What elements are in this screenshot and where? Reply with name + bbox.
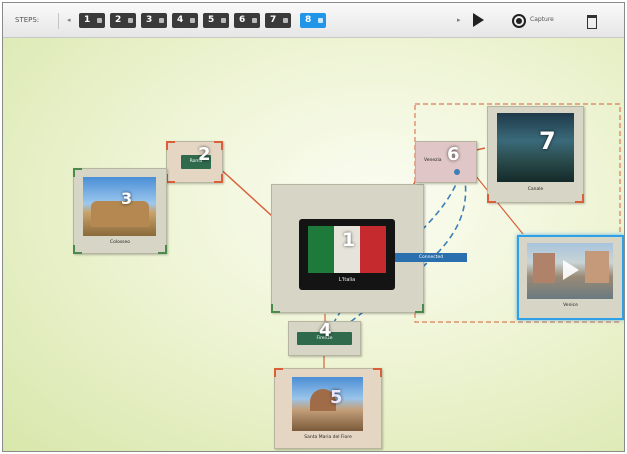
- record-icon[interactable]: [512, 14, 526, 28]
- step-thumbnail-icon: [128, 18, 133, 23]
- play-icon[interactable]: [473, 13, 484, 27]
- toolbar: STEPS: ◂ 1 2 3 4 5 6 7 8 ▸ Capture: [3, 3, 624, 38]
- step-button-2[interactable]: 2: [110, 13, 136, 28]
- step-number: 7: [539, 127, 556, 155]
- step-thumbnail-icon: [252, 18, 257, 23]
- corner-handle[interactable]: [415, 304, 424, 313]
- node-roma[interactable]: Roma 2: [166, 141, 223, 183]
- corner-handle[interactable]: [487, 194, 496, 203]
- corner-handle[interactable]: [166, 174, 175, 183]
- corner-handle[interactable]: [73, 245, 82, 254]
- step-number: 2: [198, 144, 211, 165]
- node-venezia[interactable]: Venezia 6: [415, 141, 477, 183]
- step-number: 3: [121, 189, 133, 208]
- step-thumbnail-icon: [283, 18, 288, 23]
- node-firenze[interactable]: Firenze 4: [288, 320, 361, 356]
- scroll-right-icon[interactable]: ▸: [457, 16, 461, 24]
- app-window: STEPS: ◂ 1 2 3 4 5 6 7 8 ▸ Capture 1 L'I…: [2, 2, 625, 452]
- colosseum-image: 3: [83, 177, 156, 236]
- step-button-4[interactable]: 4: [172, 13, 198, 28]
- corner-handle[interactable]: [575, 194, 584, 203]
- venice-video-image: [527, 243, 613, 299]
- step-number: 1: [342, 229, 356, 251]
- step-button-3[interactable]: 3: [141, 13, 167, 28]
- node-canale[interactable]: 7 Canale: [487, 106, 584, 203]
- corner-handle[interactable]: [214, 174, 223, 183]
- step-thumbnail-icon: [318, 18, 323, 23]
- connector-dot-icon[interactable]: [454, 169, 460, 175]
- step-button-6[interactable]: 6: [234, 13, 260, 28]
- step-button-5[interactable]: 5: [203, 13, 229, 28]
- step-number: 6: [447, 144, 460, 165]
- play-video-icon[interactable]: [563, 260, 579, 280]
- step-thumbnail-icon: [221, 18, 226, 23]
- corner-handle[interactable]: [73, 168, 82, 177]
- step-number: 4: [319, 320, 332, 341]
- node-label: Venice: [563, 303, 578, 308]
- step-number: 5: [330, 387, 343, 408]
- step-button-7[interactable]: 7: [265, 13, 291, 28]
- node-santa-maria[interactable]: 5 Santa Maria del Fiore: [274, 368, 382, 449]
- step-thumbnail-icon: [97, 18, 102, 23]
- corner-handle[interactable]: [158, 245, 167, 254]
- scroll-left-icon[interactable]: ◂: [67, 16, 71, 24]
- corner-handle[interactable]: [271, 304, 280, 313]
- node-italia[interactable]: 1 L'Italia: [271, 184, 424, 313]
- canal-image: 7: [497, 113, 574, 182]
- steps-label: STEPS:: [15, 16, 40, 24]
- node-colosseo[interactable]: 3 Colosseo: [73, 168, 167, 254]
- step-thumbnail-icon: [190, 18, 195, 23]
- connector-label: Connected: [395, 253, 467, 262]
- italian-flag-image: 1 L'Italia: [299, 219, 395, 290]
- step-button-1[interactable]: 1: [79, 13, 105, 28]
- node-venice-selected[interactable]: Venice: [517, 235, 624, 320]
- trash-icon[interactable]: [587, 15, 597, 29]
- node-label: Canale: [527, 187, 544, 192]
- step-button-8[interactable]: 8: [300, 13, 326, 28]
- node-label: Colosseo: [109, 240, 131, 245]
- toolbar-divider: [58, 13, 59, 29]
- mind-map-canvas[interactable]: 1 L'Italia Roma 2 3 Colosseo Firenze 4 5…: [3, 38, 624, 451]
- corner-handle[interactable]: [166, 141, 175, 150]
- cathedral-image: 5: [292, 377, 363, 431]
- node-label: L'Italia: [338, 277, 356, 283]
- corner-handle[interactable]: [274, 368, 283, 377]
- step-thumbnail-icon: [159, 18, 164, 23]
- corner-handle[interactable]: [373, 368, 382, 377]
- corner-handle[interactable]: [214, 141, 223, 150]
- record-label: Capture: [530, 16, 554, 23]
- node-label: Santa Maria del Fiore: [304, 435, 352, 440]
- node-label: Venezia: [424, 158, 442, 163]
